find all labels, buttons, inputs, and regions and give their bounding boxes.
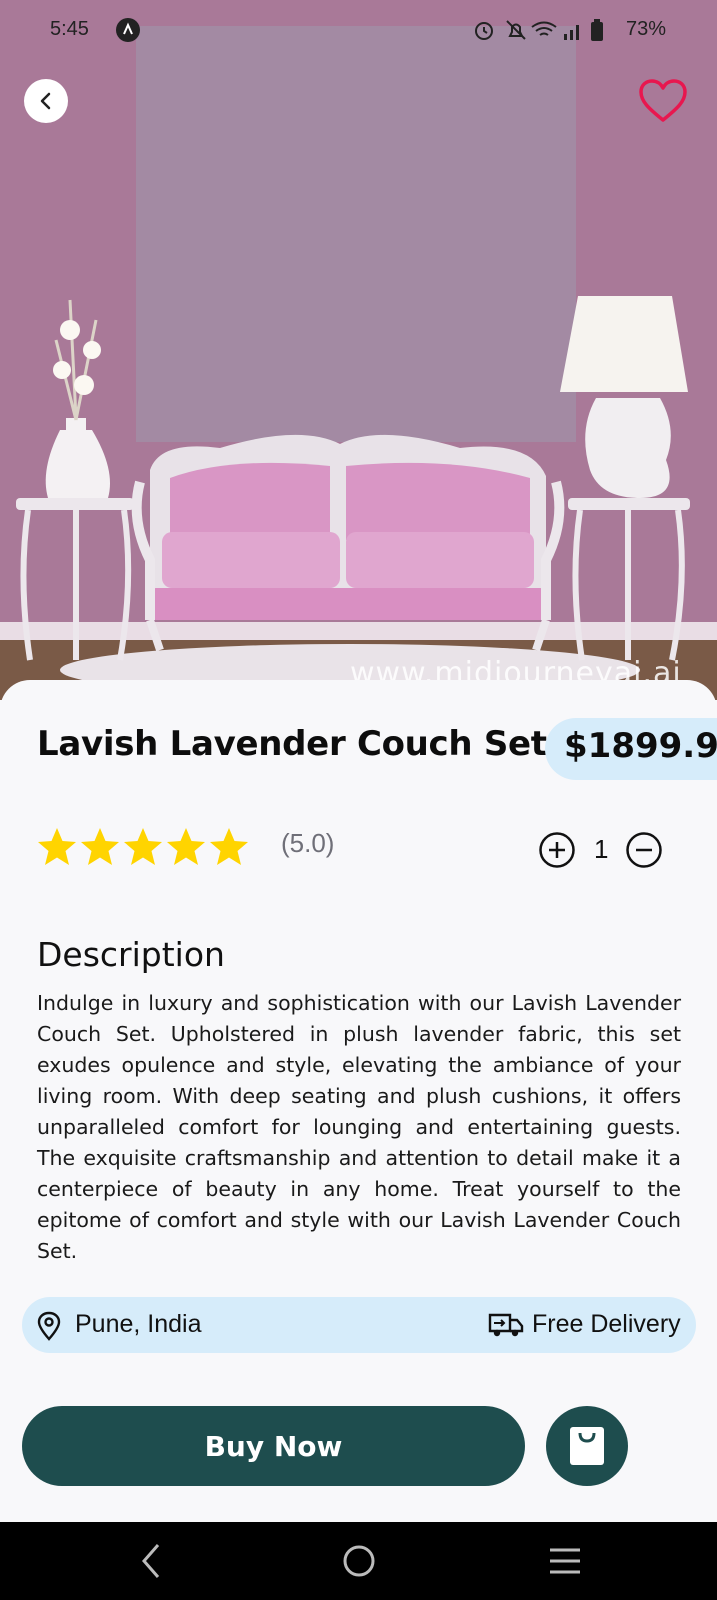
nav-recents-icon <box>550 1548 580 1574</box>
map-pin-icon <box>37 1311 61 1341</box>
wifi-icon <box>531 21 557 36</box>
product-title: Lavish Lavender Couch Set <box>37 724 547 764</box>
star-icon <box>38 828 76 865</box>
truck-icon <box>488 1313 524 1337</box>
buy-now-button[interactable]: Buy Now <box>22 1406 525 1486</box>
rating-value: (5.0) <box>281 828 335 858</box>
shopping-bag-icon <box>570 1427 604 1465</box>
heart-icon <box>639 79 687 122</box>
delivery-text: Free Delivery <box>532 1310 681 1338</box>
minus-circle-icon <box>626 832 662 868</box>
location-text: Pune, India <box>75 1310 202 1338</box>
nav-home-icon <box>343 1545 375 1577</box>
chevron-left-icon <box>40 92 51 110</box>
nav-recents-button[interactable] <box>548 1546 582 1576</box>
back-button[interactable] <box>24 79 68 123</box>
mute-bell-icon <box>506 20 526 40</box>
quantity-value: 1 <box>594 834 609 864</box>
battery-icon <box>591 19 603 41</box>
quantity-increase-button[interactable] <box>538 831 576 869</box>
couch-scene-illustration <box>0 0 717 700</box>
description-text: Indulge in luxury and sophistication wit… <box>37 991 681 1263</box>
app-notification-icon <box>116 18 140 42</box>
star-icon <box>167 828 205 865</box>
nav-back-icon <box>142 1544 160 1578</box>
alarm-icon <box>475 22 493 40</box>
status-icons <box>475 19 603 41</box>
star-icon <box>210 828 248 865</box>
nav-back-button[interactable] <box>138 1541 164 1581</box>
product-image: www.midjourneyai.ai <box>0 0 717 700</box>
battery-percent: 73% <box>626 18 667 40</box>
star-icon <box>124 828 162 865</box>
nav-home-button[interactable] <box>342 1544 376 1578</box>
rating-stars <box>38 828 248 865</box>
signal-icon <box>564 25 579 40</box>
status-bar: 5:45 73% <box>0 0 717 60</box>
status-time: 5:45 <box>50 18 89 40</box>
favorite-button[interactable] <box>638 78 688 124</box>
description-heading: Description <box>37 935 225 974</box>
star-icon <box>81 828 119 865</box>
plus-circle-icon <box>539 832 575 868</box>
product-price: $1899.99 <box>564 726 717 766</box>
quantity-decrease-button[interactable] <box>625 831 663 869</box>
add-to-cart-button[interactable] <box>546 1406 628 1486</box>
